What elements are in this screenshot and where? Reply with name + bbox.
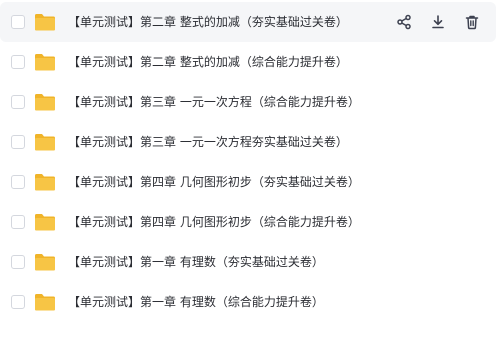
row-checkbox[interactable] — [11, 95, 25, 109]
file-row[interactable]: 【单元测试】第三章 一元一次方程（综合能力提升卷） — [0, 82, 496, 122]
file-row[interactable]: 【单元测试】第一章 有理数（综合能力提升卷） — [0, 282, 496, 322]
download-icon[interactable] — [428, 12, 448, 32]
folder-icon — [34, 252, 56, 272]
folder-icon — [34, 212, 56, 232]
trash-icon[interactable] — [462, 12, 482, 32]
row-checkbox[interactable] — [11, 55, 25, 69]
file-row[interactable]: 【单元测试】第三章 一元一次方程夯实基础过关卷） — [0, 122, 496, 162]
folder-icon — [34, 92, 56, 112]
file-name[interactable]: 【单元测试】第一章 有理数（夯实基础过关卷） — [68, 253, 324, 271]
file-name[interactable]: 【单元测试】第四章 几何图形初步（夯实基础过关卷） — [68, 173, 360, 191]
row-actions — [380, 12, 482, 32]
file-name[interactable]: 【单元测试】第二章 整式的加减（夯实基础过关卷） — [68, 13, 348, 31]
folder-icon — [34, 132, 56, 152]
file-row[interactable]: 【单元测试】第四章 几何图形初步（综合能力提升卷） — [0, 202, 496, 242]
file-row[interactable]: 【单元测试】第二章 整式的加减（夯实基础过关卷） — [0, 2, 496, 42]
row-checkbox[interactable] — [11, 135, 25, 149]
row-checkbox[interactable] — [11, 255, 25, 269]
file-name[interactable]: 【单元测试】第二章 整式的加减（综合能力提升卷） — [68, 53, 348, 71]
file-name[interactable]: 【单元测试】第一章 有理数（综合能力提升卷） — [68, 293, 324, 311]
folder-icon — [34, 52, 56, 72]
folder-icon — [34, 12, 56, 32]
folder-icon — [34, 292, 56, 312]
row-checkbox[interactable] — [11, 295, 25, 309]
row-checkbox[interactable] — [11, 15, 25, 29]
file-row[interactable]: 【单元测试】第二章 整式的加减（综合能力提升卷） — [0, 42, 496, 82]
folder-icon — [34, 172, 56, 192]
row-checkbox[interactable] — [11, 175, 25, 189]
file-name[interactable]: 【单元测试】第四章 几何图形初步（综合能力提升卷） — [68, 213, 360, 231]
file-name[interactable]: 【单元测试】第三章 一元一次方程夯实基础过关卷） — [68, 133, 348, 151]
file-name[interactable]: 【单元测试】第三章 一元一次方程（综合能力提升卷） — [68, 93, 360, 111]
row-checkbox[interactable] — [11, 215, 25, 229]
file-row[interactable]: 【单元测试】第四章 几何图形初步（夯实基础过关卷） — [0, 162, 496, 202]
file-row[interactable]: 【单元测试】第一章 有理数（夯实基础过关卷） — [0, 242, 496, 282]
share-icon[interactable] — [394, 12, 414, 32]
